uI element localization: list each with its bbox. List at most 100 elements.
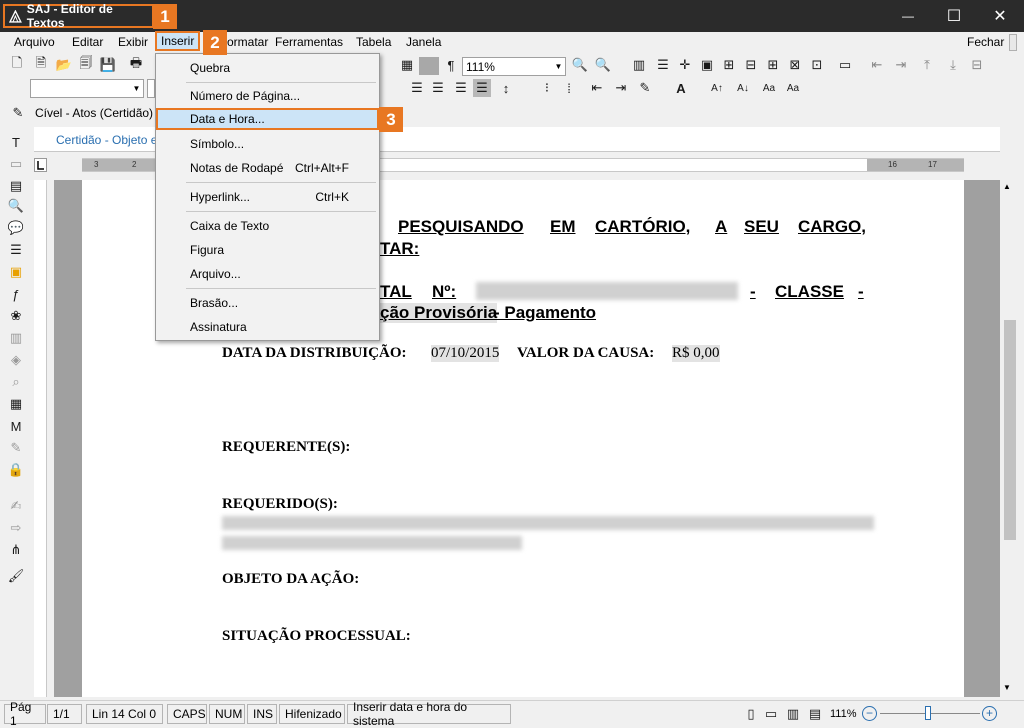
table-icon[interactable]: ▦ xyxy=(398,56,416,74)
style-combo[interactable]: ▼ xyxy=(30,79,144,98)
save-icon[interactable]: 💾 xyxy=(99,56,117,74)
fechar-button[interactable]: Fechar xyxy=(967,35,1004,49)
increase-indent-icon[interactable]: ⇥ xyxy=(612,79,630,97)
open-folder-icon[interactable]: 📂 xyxy=(55,56,73,74)
form-icon[interactable]: ▣ xyxy=(7,263,25,281)
font-color-icon[interactable]: A xyxy=(672,79,690,97)
lock-icon[interactable]: 🔒 xyxy=(7,461,25,479)
menu-item-simbolo[interactable]: Símbolo... xyxy=(158,133,377,155)
stamp-icon[interactable]: ▭ xyxy=(7,155,25,173)
list-icon[interactable]: ☰ xyxy=(7,241,25,259)
line-spacing-icon[interactable]: ↕ xyxy=(497,79,515,97)
align-right-icon[interactable]: ☰ xyxy=(452,79,470,97)
menu-item-numero-pagina[interactable]: Número de Página... xyxy=(158,85,377,107)
web-view-icon[interactable]: ▤ xyxy=(806,705,824,723)
table-split-icon[interactable]: ⊞ xyxy=(764,56,782,74)
zoom-slider-thumb[interactable] xyxy=(925,706,931,720)
export-icon[interactable]: ⇨ xyxy=(7,519,25,537)
table-insert-icon[interactable]: ⊠ xyxy=(786,56,804,74)
menu-item-quebra[interactable]: Quebra xyxy=(158,57,377,79)
text-tool-icon[interactable]: T xyxy=(7,133,25,151)
signature-icon[interactable]: ✍ xyxy=(7,497,25,515)
stack-icon[interactable]: ▥ xyxy=(7,329,25,347)
rows-icon[interactable]: ☰ xyxy=(654,56,672,74)
search-doc-icon[interactable]: 🔍 xyxy=(7,197,25,215)
vertical-ruler[interactable] xyxy=(34,180,47,697)
menu-item-caixa-texto[interactable]: Caixa de Texto xyxy=(158,215,377,237)
toolbar-grip[interactable] xyxy=(1009,34,1017,51)
close-button[interactable]: ✕ xyxy=(977,0,1023,32)
justify-icon[interactable]: ☰ xyxy=(473,79,491,97)
maximize-button[interactable]: ☐ xyxy=(931,0,977,32)
menu-item-arquivo[interactable]: Arquivo... xyxy=(158,263,377,285)
menu-item-assinatura[interactable]: Assinatura xyxy=(158,316,377,338)
move-down-icon[interactable]: ⤓ xyxy=(944,56,962,74)
more-icon[interactable]: ⊟ xyxy=(968,56,986,74)
share-icon[interactable]: ⋔ xyxy=(7,541,25,559)
align-center-icon[interactable]: ☰ xyxy=(429,79,447,97)
zoom-combo[interactable]: 111% ▼ xyxy=(462,57,566,76)
zoom-out-icon[interactable]: 🔍 xyxy=(571,56,589,74)
cross-icon[interactable]: ✛ xyxy=(676,56,694,74)
menu-item-brasao[interactable]: Brasão... xyxy=(158,292,377,314)
shrink-font-icon[interactable]: A↓ xyxy=(734,79,752,97)
comment-icon[interactable]: 💬 xyxy=(7,219,25,237)
draft-view-icon[interactable]: ▭ xyxy=(762,705,780,723)
move-right-icon[interactable]: ⇥ xyxy=(892,56,910,74)
menu-ferramentas[interactable]: Ferramentas xyxy=(275,35,343,49)
print-icon[interactable]: 🖶 xyxy=(127,55,145,74)
open-recent-icon[interactable]: 🗐 xyxy=(77,55,95,74)
model-tab[interactable]: Cível - Atos (Certidão) xyxy=(35,106,153,120)
case-icon[interactable]: Aa xyxy=(760,79,778,97)
menu-exibir[interactable]: Exibir xyxy=(118,35,148,49)
menu-item-data-hora[interactable]: Data e Hora... xyxy=(156,108,379,130)
shading-button[interactable] xyxy=(419,57,439,75)
cell-icon[interactable]: ▭ xyxy=(836,56,854,74)
edit-icon[interactable]: ✎ xyxy=(7,439,25,457)
mail-merge-icon[interactable]: M xyxy=(7,417,25,435)
menu-arquivo[interactable]: Arquivo xyxy=(14,35,55,49)
two-page-icon[interactable]: ▥ xyxy=(784,705,802,723)
menu-formatar[interactable]: ormatar xyxy=(227,35,268,49)
box-icon[interactable]: ▣ xyxy=(698,56,716,74)
minimize-button[interactable]: — xyxy=(885,0,931,32)
vertical-scrollbar[interactable]: ▲ ▼ xyxy=(1001,180,1018,697)
scroll-down-icon[interactable]: ▼ xyxy=(1003,683,1011,692)
menu-item-hyperlink[interactable]: Hyperlink... Ctrl+K xyxy=(158,186,377,208)
formula-icon[interactable]: ƒ xyxy=(7,285,25,303)
card-icon[interactable]: ▤ xyxy=(7,177,25,195)
menu-tabela[interactable]: Tabela xyxy=(356,35,391,49)
calendar-icon[interactable]: ▦ xyxy=(7,395,25,413)
paragraph-mark-icon[interactable]: ¶ xyxy=(442,56,460,74)
scroll-thumb[interactable] xyxy=(1004,320,1016,540)
menu-janela[interactable]: Janela xyxy=(406,35,441,49)
move-left-icon[interactable]: ⇤ xyxy=(868,56,886,74)
zoom-in-button[interactable]: + xyxy=(982,706,997,721)
grid-icon[interactable]: ⊞ xyxy=(720,56,738,74)
document-tab[interactable]: Certidão - Objeto e xyxy=(56,133,157,147)
find-icon[interactable]: ⌕ xyxy=(7,373,25,391)
zoom-out-button[interactable]: − xyxy=(862,706,877,721)
zoom-in-icon[interactable]: 🔍 xyxy=(594,56,612,74)
page-view-icon[interactable]: ▯ xyxy=(742,705,760,723)
highlight-icon[interactable]: ✎ xyxy=(636,79,654,97)
numbered-list-icon[interactable]: ⁝ xyxy=(538,79,556,97)
award-icon[interactable]: ❀ xyxy=(7,307,25,325)
grow-font-icon[interactable]: A↑ xyxy=(708,79,726,97)
column-icon[interactable]: ▥ xyxy=(630,56,648,74)
align-left-icon[interactable]: ☰ xyxy=(408,79,426,97)
menu-inserir[interactable]: Inserir xyxy=(155,31,201,51)
new-icon[interactable]: 🗎 xyxy=(32,55,50,74)
table-merge-icon[interactable]: ⊡ xyxy=(808,56,826,74)
new-document-icon[interactable]: 🗋 xyxy=(8,55,26,74)
border-icon[interactable]: ⊟ xyxy=(742,56,760,74)
font-combo[interactable] xyxy=(147,79,155,98)
change-case-icon[interactable]: Aa xyxy=(784,79,802,97)
bullet-list-icon[interactable]: ⁞ xyxy=(560,79,578,97)
layers-icon[interactable]: ◈ xyxy=(7,351,25,369)
scroll-up-icon[interactable]: ▲ xyxy=(1003,182,1011,191)
tab-stop-selector[interactable] xyxy=(34,158,47,172)
menu-item-figura[interactable]: Figura xyxy=(158,239,377,261)
format-painter-icon[interactable]: 🖌 xyxy=(7,567,25,585)
decrease-indent-icon[interactable]: ⇤ xyxy=(588,79,606,97)
